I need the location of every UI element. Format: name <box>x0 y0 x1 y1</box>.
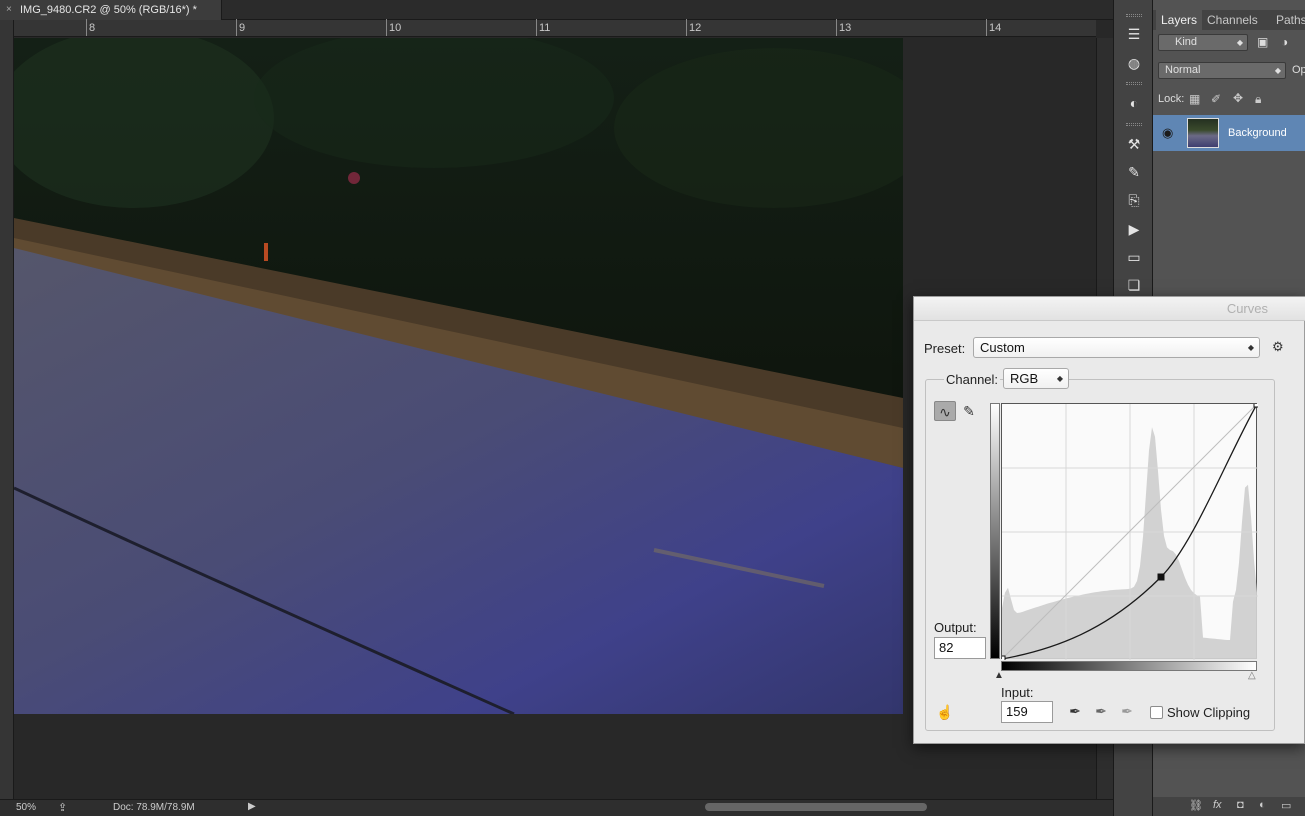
channel-select[interactable]: RGB ◆ <box>1003 368 1069 389</box>
panel-tab-bar: Layers Channels Paths <box>1153 10 1305 30</box>
channel-label: Channel: <box>944 372 1001 387</box>
white-eyedropper-icon[interactable]: ✒ <box>1116 701 1138 721</box>
document-tab[interactable]: × IMG_9480.CR2 @ 50% (RGB/16*) * <box>0 0 222 20</box>
layer-filter-select[interactable]: Kind ◆ <box>1158 34 1248 51</box>
output-gradient-bar <box>990 403 1000 659</box>
white-point-slider-icon[interactable]: △ <box>1248 670 1256 681</box>
black-eyedropper-icon[interactable]: ✒ <box>1064 701 1086 721</box>
show-clipping-label: Show Clipping <box>1167 705 1251 720</box>
output-field[interactable]: 82 <box>934 637 986 659</box>
ruler-label: 11 <box>539 22 551 34</box>
layer-thumbnail <box>1187 118 1219 148</box>
curves-title: Curves <box>1226 301 1268 316</box>
curves-dialog: Curves Preset: Custom ◆ ⚙ Channel: RGB ◆ ∿… <box>913 296 1305 744</box>
layer-name: Background <box>1228 127 1287 139</box>
ruler-label: 12 <box>689 22 702 34</box>
ruler-label: 13 <box>839 22 852 34</box>
input-gradient-bar <box>1001 661 1257 671</box>
status-menu-arrow-icon[interactable]: ▶ <box>248 801 256 812</box>
close-tab-icon[interactable]: × <box>6 0 12 20</box>
vertical-ruler[interactable] <box>0 20 14 800</box>
layer-comps-icon[interactable]: ❏ <box>1124 275 1144 295</box>
layers-footer: ⛓ fx ◘ ◐ ▭ <box>1153 797 1305 816</box>
visibility-eye-icon[interactable]: ◉ <box>1162 125 1173 141</box>
targeted-adjustment-hand-icon[interactable]: ☝ <box>934 702 956 722</box>
dock-grip-icon[interactable] <box>1126 123 1142 126</box>
document-tab-title: IMG_9480.CR2 @ 50% (RGB/16*) * <box>20 4 197 16</box>
curve-draw-pencil-icon[interactable]: ✎ <box>958 401 980 421</box>
preset-select[interactable]: Custom ◆ <box>973 337 1260 358</box>
curve-point <box>998 655 1006 663</box>
document-tab-bar: × IMG_9480.CR2 @ 50% (RGB/16*) * <box>0 0 1113 20</box>
properties-icon[interactable]: ☰ <box>1124 24 1144 44</box>
curves-graph[interactable] <box>998 400 1261 663</box>
tab-layers[interactable]: Layers <box>1156 10 1203 30</box>
status-bar: 50% ⇪ Doc: 78.9M/78.9M ▶ <box>0 799 1113 816</box>
channel-value: RGB <box>1010 371 1039 386</box>
doc-size: Doc: 78.9M/78.9M <box>113 802 195 813</box>
filter-adjustment-icon[interactable]: ◑ <box>1281 35 1288 49</box>
curve-point <box>1253 400 1261 408</box>
opacity-label: Op <box>1292 64 1305 76</box>
link-layers-icon[interactable]: ⛓ <box>1189 799 1203 812</box>
curves-title-bar[interactable]: Curves <box>914 297 1305 321</box>
input-label: Input: <box>1001 685 1034 700</box>
lock-pixels-icon[interactable]: ✐ <box>1211 92 1221 106</box>
dock-grip-icon[interactable] <box>1126 82 1142 85</box>
add-mask-icon[interactable]: ◘ <box>1237 799 1244 811</box>
clone-source-icon[interactable]: ⎘ <box>1124 190 1144 210</box>
ruler-label: 8 <box>89 22 96 34</box>
tab-paths[interactable]: Paths <box>1271 10 1305 30</box>
input-field[interactable]: 159 <box>1001 701 1053 723</box>
ruler-label: 9 <box>239 22 246 34</box>
blend-mode-value: Normal <box>1165 64 1201 76</box>
horizontal-scrollbar-thumb[interactable] <box>705 803 927 811</box>
lock-position-icon[interactable]: ✥ <box>1233 91 1243 105</box>
blend-mode-select[interactable]: Normal ◆ <box>1158 62 1286 79</box>
curves-plot[interactable] <box>998 400 1261 663</box>
document-image[interactable] <box>14 38 903 714</box>
gray-eyedropper-icon[interactable]: ✒ <box>1090 701 1112 721</box>
new-group-icon[interactable]: ▭ <box>1281 799 1291 812</box>
lock-all-icon[interactable]: 🔒︎ <box>1255 92 1261 107</box>
preset-label: Preset: <box>924 341 966 356</box>
preset-options-gear-icon[interactable]: ⚙ <box>1272 339 1284 355</box>
preset-value: Custom <box>980 340 1025 355</box>
swatches-icon[interactable]: ◍ <box>1124 53 1144 73</box>
horizontal-ruler[interactable]: 8 9 10 11 12 13 14 <box>14 19 1096 37</box>
black-point-slider-icon[interactable]: ▲ <box>994 670 1004 681</box>
layer-row[interactable]: ◉ Background <box>1153 115 1305 151</box>
filter-image-icon[interactable]: ▣ <box>1257 35 1268 49</box>
share-icon[interactable]: ⇪ <box>58 801 67 814</box>
adjustments-icon[interactable]: ◐ <box>1124 93 1144 113</box>
ruler-label: 10 <box>389 22 402 34</box>
actions-play-icon[interactable]: ▶ <box>1124 219 1144 239</box>
tab-channels[interactable]: Channels <box>1202 10 1263 30</box>
history-icon[interactable]: ▭ <box>1124 247 1144 267</box>
selected-curve-point <box>1157 573 1165 581</box>
brush-presets-icon[interactable]: ✎ <box>1124 162 1144 182</box>
tool-presets-icon[interactable]: ⚒ <box>1124 134 1144 154</box>
layer-style-icon[interactable]: fx <box>1213 799 1222 811</box>
new-adjustment-icon[interactable]: ◐ <box>1259 799 1266 811</box>
output-label: Output: <box>934 620 977 635</box>
zoom-level[interactable]: 50% <box>16 802 36 813</box>
layer-filter-value: Kind <box>1175 36 1198 48</box>
lock-label: Lock: <box>1158 93 1185 105</box>
curve-edit-points-icon[interactable]: ∿ <box>934 401 956 421</box>
lock-transparency-icon[interactable]: ▦ <box>1189 92 1200 106</box>
dock-grip-icon[interactable] <box>1126 14 1142 17</box>
show-clipping-checkbox[interactable] <box>1150 706 1163 719</box>
ruler-label: 14 <box>989 22 1002 34</box>
